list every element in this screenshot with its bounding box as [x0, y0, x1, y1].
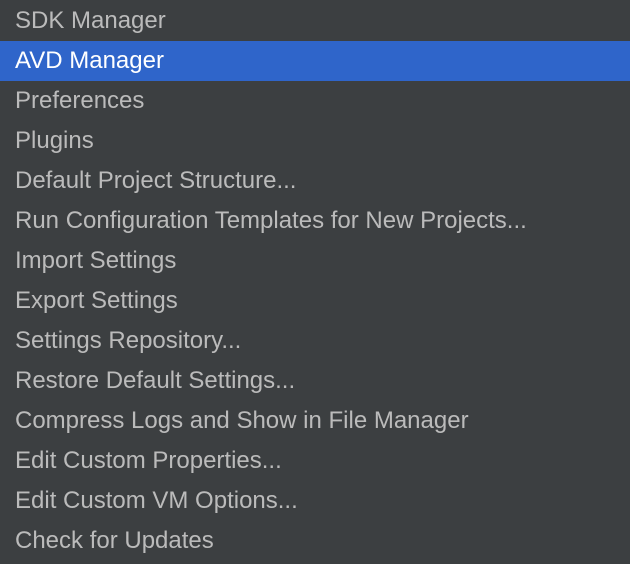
menu-item-run-configuration-templates[interactable]: Run Configuration Templates for New Proj…: [0, 201, 630, 241]
menu-item-compress-logs[interactable]: Compress Logs and Show in File Manager: [0, 401, 630, 441]
menu-item-settings-repository[interactable]: Settings Repository...: [0, 321, 630, 361]
menu-item-check-for-updates[interactable]: Check for Updates: [0, 521, 630, 561]
menu-item-import-settings[interactable]: Import Settings: [0, 241, 630, 281]
menu-list: SDK Manager AVD Manager Preferences Plug…: [0, 0, 630, 561]
menu-item-edit-custom-vm-options[interactable]: Edit Custom VM Options...: [0, 481, 630, 521]
menu-item-plugins[interactable]: Plugins: [0, 121, 630, 161]
menu-item-restore-default-settings[interactable]: Restore Default Settings...: [0, 361, 630, 401]
menu-item-sdk-manager[interactable]: SDK Manager: [0, 1, 630, 41]
configure-dropdown-menu: SDK Manager AVD Manager Preferences Plug…: [0, 0, 630, 564]
menu-item-avd-manager[interactable]: AVD Manager: [0, 41, 630, 81]
menu-item-edit-custom-properties[interactable]: Edit Custom Properties...: [0, 441, 630, 481]
menu-item-preferences[interactable]: Preferences: [0, 81, 630, 121]
menu-item-export-settings[interactable]: Export Settings: [0, 281, 630, 321]
menu-item-default-project-structure[interactable]: Default Project Structure...: [0, 161, 630, 201]
